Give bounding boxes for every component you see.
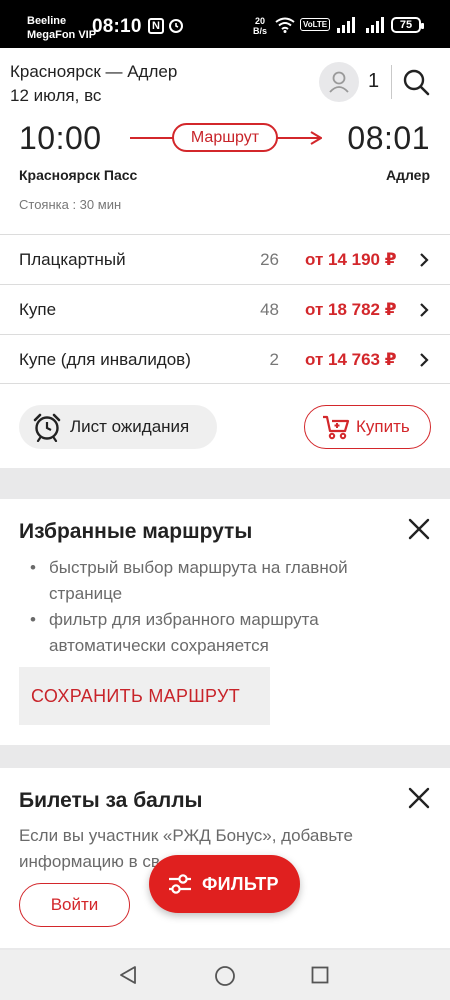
route-summary[interactable]: Красноярск — Адлер 12 июля, вс [10, 60, 177, 108]
save-route-button[interactable]: СОХРАНИТЬ МАРШРУТ [19, 667, 270, 725]
passenger-count[interactable]: 1 [368, 70, 379, 93]
clock: 08:10 [92, 16, 142, 37]
chevron-right-icon [420, 353, 429, 367]
home-icon[interactable] [214, 965, 236, 987]
departure-time: 10:00 [19, 120, 102, 156]
alarm-clock-icon [33, 413, 61, 442]
price: от 14 763 ₽ [305, 350, 397, 369]
signal-icon [366, 17, 384, 33]
favorites-benefits-list: быстрый выбор маршрута на главной страни… [30, 555, 390, 659]
car-class-row[interactable]: Купе 48 от 18 782 ₽ [0, 284, 450, 334]
network-speed-unit: B/s [253, 26, 268, 36]
filter-button[interactable]: ФИЛЬТР [149, 855, 300, 913]
car-class-name: Купе (для инвалидов) [19, 350, 191, 369]
wifi-icon [275, 17, 295, 33]
price: от 18 782 ₽ [305, 300, 397, 319]
carrier-names: Beeline MegaFon VIP [27, 14, 96, 42]
car-class-name: Плацкартный [19, 250, 126, 269]
seat-count: 26 [260, 250, 279, 269]
arrival-station: Адлер [385, 167, 430, 183]
battery-icon: 75 [391, 17, 424, 33]
seat-count: 2 [269, 350, 279, 369]
car-class-name: Купе [19, 300, 57, 319]
route-button[interactable]: Маршрут [172, 123, 278, 152]
back-icon[interactable] [118, 965, 138, 985]
login-button[interactable]: Войти [19, 883, 130, 927]
train-card: 10:00 Маршрут 08:01 Красноярск Пасс Адле… [0, 120, 450, 468]
travel-date: 12 июля, вс [10, 86, 102, 105]
filter-sliders-icon [169, 874, 191, 894]
status-bar: Beeline MegaFon VIP 08:10 N 20 B/s VoLTE… [0, 0, 450, 48]
search-icon[interactable] [402, 68, 430, 96]
departure-station: Красноярск Пасс [19, 167, 138, 183]
person-icon [329, 71, 349, 93]
carrier-2: MegaFon VIP [27, 29, 97, 41]
chevron-right-icon [420, 303, 429, 317]
arrow-right-icon [310, 131, 322, 145]
header-divider [391, 65, 392, 99]
bonus-title: Билеты за баллы [19, 789, 203, 812]
buy-button[interactable]: Купить [304, 405, 431, 449]
close-icon[interactable] [408, 787, 430, 809]
alarm-status-icon [169, 19, 183, 33]
carrier-1: Beeline [27, 15, 67, 27]
passenger-avatar[interactable] [319, 62, 359, 102]
waitlist-button[interactable]: Лист ожидания [19, 405, 217, 449]
favorites-card: Избранные маршруты быстрый выбор маршрут… [0, 499, 450, 745]
list-item: фильтр для избранного маршрута автоматич… [30, 607, 390, 659]
price: от 14 190 ₽ [305, 250, 397, 269]
system-nav-bar [0, 950, 450, 1000]
waitlist-label: Лист ожидания [70, 417, 190, 436]
cart-icon [323, 415, 350, 440]
filter-label: ФИЛЬТР [202, 873, 279, 894]
car-class-row[interactable]: Плацкартный 26 от 14 190 ₽ [0, 234, 450, 284]
close-icon[interactable] [408, 518, 430, 540]
arrival-time: 08:01 [347, 120, 430, 156]
favorites-title: Избранные маршруты [19, 520, 253, 543]
car-class-row[interactable]: Купе (для инвалидов) 2 от 14 763 ₽ [0, 334, 450, 384]
stop-duration: Стоянка : 30 мин [19, 197, 122, 212]
route-name: Красноярск — Адлер [10, 62, 178, 81]
buy-label: Купить [356, 417, 410, 436]
search-header[interactable]: Красноярск — Адлер 12 июля, вс 1 [0, 48, 450, 120]
network-speed: 20 B/s [253, 16, 267, 36]
signal-icon [337, 17, 355, 33]
recent-apps-icon[interactable] [311, 966, 329, 984]
network-speed-value: 20 [255, 16, 266, 26]
seat-count: 48 [260, 300, 279, 319]
volte-icon: VoLTE [300, 18, 331, 31]
chevron-right-icon [420, 253, 429, 267]
list-item: быстрый выбор маршрута на главной страни… [30, 555, 390, 607]
nfc-icon: N [148, 18, 164, 34]
